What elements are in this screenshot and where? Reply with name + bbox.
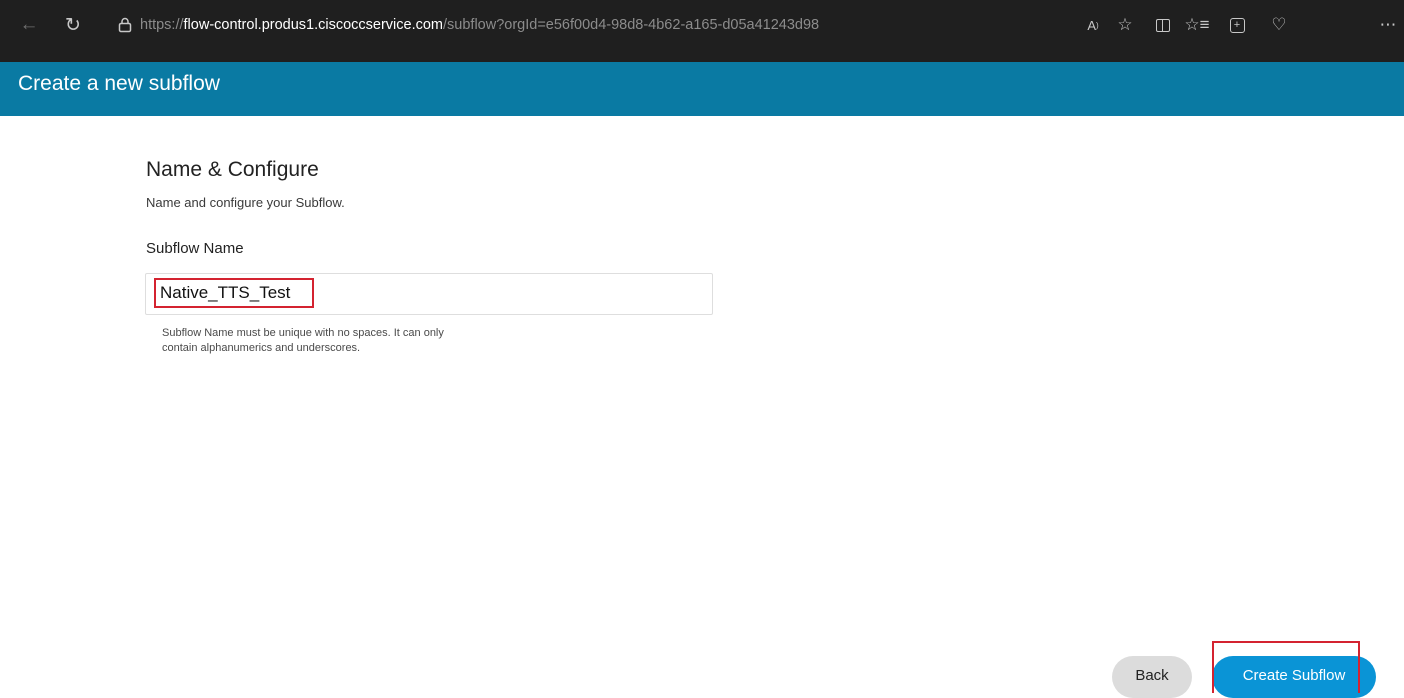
read-aloud-icon[interactable]: A) [1080,10,1106,40]
back-button[interactable]: Back [1112,656,1192,698]
split-screen-icon[interactable] [1150,10,1176,40]
helper-text-line: Subflow Name must be unique with no spac… [162,327,444,339]
app-header: Create a new subflow [0,62,1404,116]
helper-text: Subflow Name must be unique with no spac… [162,326,542,356]
lock-icon[interactable] [110,17,140,33]
back-arrow-icon[interactable]: ← [14,10,44,40]
url-scheme: https:// [140,17,184,33]
section-subtitle: Name and configure your Subflow. [146,195,345,210]
create-subflow-button[interactable]: Create Subflow [1212,656,1376,698]
browser-essentials-icon[interactable]: ♡ [1264,10,1294,40]
subflow-name-field[interactable] [145,273,713,315]
url-path: /subflow?orgId=e56f00d4-98d8-4b62-a165-d… [443,17,820,33]
more-icon[interactable]: ⋯ [1376,10,1400,40]
url-domain: flow-control.produs1.ciscoccservice.com [183,17,444,33]
favorite-star-icon[interactable]: ☆ [1112,10,1138,40]
page-title: Create a new subflow [18,72,220,95]
refresh-icon[interactable]: ↻ [58,10,88,40]
section-title: Name & Configure [146,158,319,181]
subflow-name-label: Subflow Name [146,240,244,257]
address-bar[interactable]: https://flow-control.produs1.ciscoccserv… [110,10,1070,40]
browser-toolbar: ← ↻ https://flow-control.produs1.ciscocc… [0,0,1404,62]
collections-icon[interactable]: + [1222,10,1252,40]
subflow-name-input[interactable] [154,278,314,308]
helper-text-line: contain alphanumerics and underscores. [162,342,361,354]
favorites-list-icon[interactable]: ☆≡ [1182,10,1212,40]
